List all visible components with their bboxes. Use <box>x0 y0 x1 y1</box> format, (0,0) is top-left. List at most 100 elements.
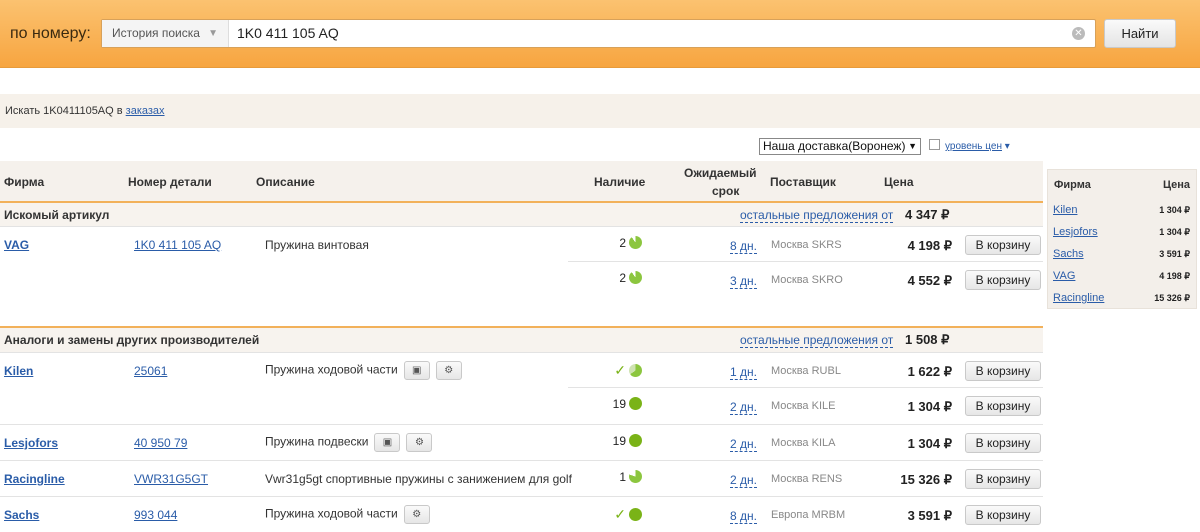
side-price: 15 326 ₽ <box>1154 293 1190 303</box>
delivery-days-link[interactable]: 3 дн. <box>730 274 757 289</box>
other-offers-link[interactable]: остальные предложения от <box>740 208 894 223</box>
chevron-down-icon: ▼ <box>908 141 917 151</box>
description: Пружина винтовая <box>265 238 369 252</box>
supplier: Москва KILA <box>771 437 836 449</box>
side-brand-link[interactable]: Lesjofors <box>1053 226 1098 238</box>
brand-link[interactable]: Racingline <box>4 472 65 486</box>
side-brand-link[interactable]: Sachs <box>1053 248 1084 260</box>
search-bar: по номеру: История поиска ▼ 1K0 411 105 … <box>0 0 1200 68</box>
side-header-brand: Фирма <box>1054 179 1091 191</box>
brand-link[interactable]: VAG <box>4 238 29 252</box>
availability: 19 <box>590 397 642 411</box>
side-brand-link[interactable]: Kilen <box>1053 204 1077 216</box>
photo-icon[interactable]: ▣ <box>403 361 430 380</box>
add-to-cart-button[interactable]: В корзину <box>965 235 1041 255</box>
section-analogs: Аналоги и замены других производителей о… <box>0 328 1043 352</box>
section-searched-article: Искомый артикул остальные предложения от… <box>0 203 1043 227</box>
search-in-orders: Искать 1K0411105AQ в заказах <box>0 94 1200 128</box>
part-number-link[interactable]: 993 044 <box>134 508 177 522</box>
part-number-link[interactable]: VWR31G5GT <box>134 472 208 486</box>
brand-link[interactable]: Kilen <box>4 364 33 378</box>
min-price: 4 347 ₽ <box>905 207 950 222</box>
price: 3 591 ₽ <box>907 508 952 523</box>
add-to-cart-button[interactable]: В корзину <box>965 469 1041 489</box>
delivery-days-link[interactable]: 2 дн. <box>730 437 757 452</box>
availability: ✓ <box>590 362 642 379</box>
price-level-checkbox[interactable] <box>929 139 940 150</box>
delivery-days-link[interactable]: 1 дн. <box>730 365 757 380</box>
price-summary-panel: Фирма Цена Kilen 1 304 ₽ Lesjofors 1 304… <box>1047 169 1197 309</box>
search-input[interactable]: 1K0 411 105 AQ <box>237 20 339 47</box>
gears-icon[interactable]: ⚙ <box>435 361 462 380</box>
header-expected-1: Ожидаемый <box>684 166 757 180</box>
delivery-select[interactable]: Наша доставка(Воронеж) ▼ <box>759 138 921 155</box>
availability-pie-icon <box>629 434 642 447</box>
availability-pie-icon <box>629 236 642 249</box>
part-number-link[interactable]: 25061 <box>134 364 167 378</box>
clear-icon[interactable]: ✕ <box>1072 27 1085 40</box>
photo-icon[interactable]: ▣ <box>374 433 401 452</box>
side-row: VAG 4 198 ₽ <box>1048 265 1198 287</box>
availability-pie-icon <box>629 397 642 410</box>
header-description: Описание <box>256 175 315 189</box>
search-box[interactable]: История поиска ▼ 1K0 411 105 AQ ✕ <box>101 19 1096 48</box>
description-text: Пружина ходовой части <box>265 362 398 377</box>
availability: 1 <box>590 470 642 484</box>
delivery-days-link[interactable]: 2 дн. <box>730 473 757 488</box>
availability-pie-icon <box>629 271 642 284</box>
add-to-cart-button[interactable]: В корзину <box>965 396 1041 416</box>
description: Пружина ходовой части ▣ ⚙ <box>265 361 462 380</box>
price-level-label: уровень цен <box>945 141 1002 152</box>
supplier: Москва SKRO <box>771 274 843 286</box>
caret-down-icon: ▾ <box>1004 141 1010 152</box>
search-by-number-label: по номеру: <box>10 25 91 42</box>
header-brand: Фирма <box>4 175 45 189</box>
side-brand-link[interactable]: VAG <box>1053 270 1075 282</box>
header-number: Номер детали <box>128 175 212 189</box>
price: 4 552 ₽ <box>907 273 952 288</box>
add-to-cart-button[interactable]: В корзину <box>965 361 1041 381</box>
delivery-days-link[interactable]: 2 дн. <box>730 400 757 415</box>
add-to-cart-button[interactable]: В корзину <box>965 433 1041 453</box>
brand-link[interactable]: Lesjofors <box>4 436 58 450</box>
side-row: Racingline 15 326 ₽ <box>1048 287 1198 309</box>
description: Пружина подвески ▣ ⚙ <box>265 433 433 452</box>
description: Пружина ходовой части ⚙ <box>265 505 430 524</box>
side-brand-link[interactable]: Racingline <box>1053 292 1104 304</box>
side-price: 3 591 ₽ <box>1159 249 1190 259</box>
side-row: Lesjofors 1 304 ₽ <box>1048 221 1198 243</box>
table-row: Racingline VWR31G5GT Vwr31g5gt спортивны… <box>0 460 1043 496</box>
part-number-link[interactable]: 40 950 79 <box>134 436 187 450</box>
supplier: Европа MRBM <box>771 509 846 521</box>
delivery-selected-value: Наша доставка(Воронеж) <box>763 139 906 153</box>
add-to-cart-button[interactable]: В корзину <box>965 270 1041 290</box>
find-button[interactable]: Найти <box>1104 19 1176 48</box>
header-supplier: Поставщик <box>770 175 836 189</box>
supplier: Москва SKRS <box>771 239 842 251</box>
header-availability: Наличие <box>594 175 646 189</box>
table-row: Kilen 25061 Пружина ходовой части ▣ ⚙ ✓ 1 … <box>0 352 1043 388</box>
other-offers-link[interactable]: остальные предложения от <box>740 333 894 348</box>
orders-prefix: Искать 1K0411105AQ в <box>5 105 126 117</box>
availability-count: 19 <box>612 397 626 411</box>
header-price: Цена <box>884 175 914 189</box>
gears-icon[interactable]: ⚙ <box>403 505 430 524</box>
delivery-days-link[interactable]: 8 дн. <box>730 239 757 254</box>
supplier: Москва RENS <box>771 473 843 485</box>
search-history-dropdown[interactable]: История поиска ▼ <box>102 20 229 47</box>
delivery-days-link[interactable]: 8 дн. <box>730 509 757 524</box>
price-level-toggle[interactable]: уровень цен ▾ <box>945 141 1010 152</box>
add-to-cart-button[interactable]: В корзину <box>965 505 1041 525</box>
orders-link[interactable]: заказах <box>126 105 165 117</box>
supplier: Москва KILE <box>771 400 836 412</box>
availability-pie-icon <box>629 508 642 521</box>
description-text: Пружина ходовой части <box>265 506 398 521</box>
price: 1 304 ₽ <box>907 399 952 414</box>
gears-icon[interactable]: ⚙ <box>406 433 433 452</box>
section-title: Аналоги и замены других производителей <box>4 333 260 347</box>
availability: 19 <box>590 434 642 448</box>
availability-count: 2 <box>619 236 626 250</box>
availability: 2 <box>590 236 642 250</box>
part-number-link[interactable]: 1K0 411 105 AQ <box>134 238 221 252</box>
brand-link[interactable]: Sachs <box>4 508 39 522</box>
